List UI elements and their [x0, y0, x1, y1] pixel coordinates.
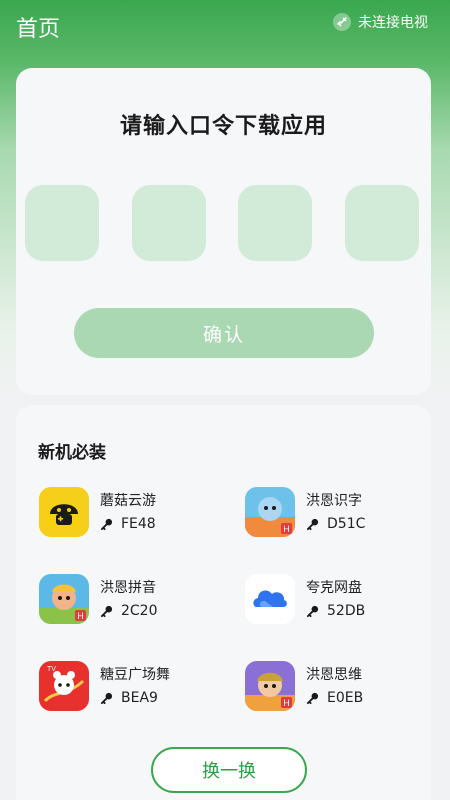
app-name: 洪恩识字 [306, 493, 362, 509]
app-code: D51C [306, 516, 365, 532]
app-item[interactable]: H 洪恩识字 D51C [245, 487, 435, 541]
svg-text:H: H [77, 611, 84, 621]
code-digit-box-2[interactable] [132, 185, 206, 261]
mushroom-gamepad-icon [39, 487, 89, 537]
app-code: BEA9 [100, 690, 158, 706]
top-bar: 首页 未连接电视 [0, 0, 450, 52]
app-item[interactable]: 蘑菇云游 FE48 [39, 487, 229, 541]
code-digit-box-1[interactable] [25, 185, 99, 261]
key-icon [100, 692, 113, 704]
page-title: 首页 [16, 17, 61, 42]
app-name: 洪恩拼音 [100, 580, 156, 596]
app-code-value: BEA9 [121, 690, 158, 706]
app-name: 洪恩思维 [306, 667, 362, 683]
key-icon [306, 518, 319, 530]
tv-connection-status[interactable]: 未连接电视 [332, 12, 428, 32]
app-code-value: D51C [327, 516, 366, 532]
app-code-value: E0EB [327, 690, 364, 706]
svg-text:TV: TV [47, 666, 56, 673]
app-code: E0EB [306, 690, 363, 706]
app-code: 2C20 [100, 603, 158, 619]
key-icon [306, 605, 319, 617]
hongen-pinyin-icon: H [39, 574, 89, 624]
svg-text:H: H [283, 698, 290, 708]
app-item[interactable]: TV 糖豆广场舞 BEA9 [39, 661, 229, 715]
hongen-thinking-icon: H [245, 661, 295, 711]
tv-status-label: 未连接电视 [358, 15, 428, 31]
app-code: FE48 [100, 516, 156, 532]
app-item[interactable]: 夸克网盘 52DB [245, 574, 435, 628]
tv-disconnected-icon [333, 13, 351, 31]
app-name: 糖豆广场舞 [100, 667, 170, 683]
recommended-apps-card: 新机必装 蘑菇云游 FE48 H 洪恩识字 D51C H 洪恩拼音 2C20 夸… [16, 405, 431, 800]
key-icon [100, 518, 113, 530]
hongen-characters-icon: H [245, 487, 295, 537]
app-code: 52DB [306, 603, 365, 619]
code-input-card: 请输入口令下载应用 确认 [16, 68, 431, 395]
app-code-value: FE48 [121, 516, 156, 532]
quark-cloud-icon [245, 574, 295, 624]
key-icon [100, 605, 113, 617]
app-name: 蘑菇云游 [100, 493, 156, 509]
swap-button[interactable]: 换一换 [151, 747, 307, 793]
key-icon [306, 692, 319, 704]
svg-text:H: H [283, 524, 290, 534]
code-card-title: 请输入口令下载应用 [119, 114, 327, 139]
tangdou-dance-icon: TV [39, 661, 89, 711]
app-code-value: 52DB [327, 603, 366, 619]
confirm-button[interactable]: 确认 [74, 308, 374, 358]
code-digit-box-3[interactable] [238, 185, 312, 261]
app-item[interactable]: H 洪恩思维 E0EB [245, 661, 435, 715]
section-title: 新机必装 [38, 443, 106, 463]
code-digit-box-4[interactable] [345, 185, 419, 261]
app-code-value: 2C20 [121, 603, 158, 619]
app-item[interactable]: H 洪恩拼音 2C20 [39, 574, 229, 628]
app-name: 夸克网盘 [306, 580, 362, 596]
